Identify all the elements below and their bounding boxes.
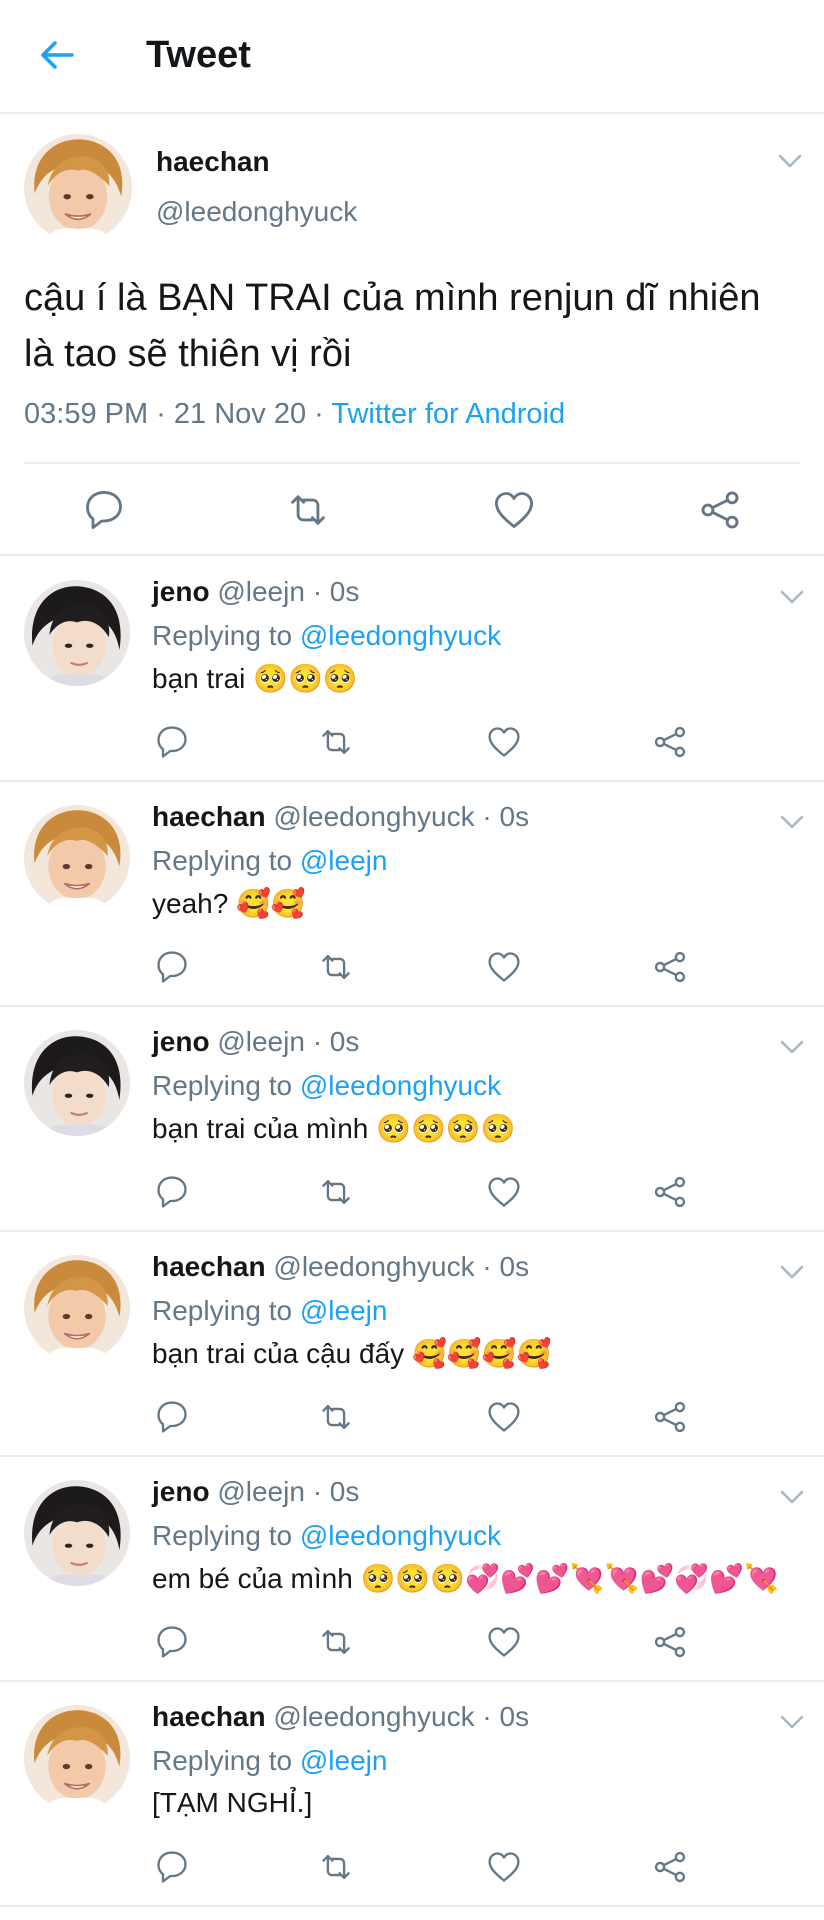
reply-icon[interactable] [154, 949, 190, 985]
chevron-down-icon[interactable] [780, 1715, 804, 1729]
reply-icon[interactable] [154, 1849, 190, 1885]
like-icon[interactable] [486, 1849, 522, 1885]
share-icon[interactable] [652, 1624, 688, 1660]
author-name[interactable]: jeno [152, 1476, 210, 1507]
avatar[interactable] [24, 1480, 130, 1586]
tweet-text: bạn trai của mình 🥺🥺🥺🥺 [152, 1113, 516, 1144]
retweet-icon[interactable] [318, 949, 354, 985]
replying-label: Replying to [152, 1520, 300, 1551]
reply-icon[interactable] [154, 724, 190, 760]
top-app-bar: Tweet [0, 0, 824, 114]
avatar[interactable] [24, 134, 132, 242]
replying-label: Replying to [152, 845, 300, 876]
like-icon[interactable] [486, 1624, 522, 1660]
reply-tweet[interactable]: jeno @leejn · 0s Replying to @leedonghyu… [0, 1456, 824, 1682]
author-name[interactable]: haechan [152, 1701, 266, 1732]
author-handle: @leejn · 0s [217, 576, 360, 607]
retweet-icon[interactable] [318, 1624, 354, 1660]
reply-icon[interactable] [82, 488, 126, 532]
like-icon[interactable] [486, 1174, 522, 1210]
page-title: Tweet [146, 34, 251, 76]
reply-tweet[interactable]: jeno @leejn · 0s Replying to @leedonghyu… [0, 1006, 824, 1232]
avatar[interactable] [24, 1030, 130, 1136]
reply-icon[interactable] [154, 1399, 190, 1435]
tweet-meta: 03:59 PM · 21 Nov 20 · Twitter for Andro… [24, 398, 565, 431]
share-icon[interactable] [652, 949, 688, 985]
author-handle[interactable]: @leedonghyuck [156, 196, 357, 228]
author-handle: @leejn · 0s [217, 1026, 360, 1057]
back-arrow-icon[interactable] [38, 36, 76, 74]
author-name[interactable]: haechan [152, 1251, 266, 1282]
chevron-down-icon[interactable] [780, 1265, 804, 1279]
author-name[interactable]: jeno [152, 1026, 210, 1057]
tweet-source-link[interactable]: Twitter for Android [331, 398, 565, 430]
tweet-text: yeah? 🥰🥰 [152, 888, 306, 919]
tweet-text: cậu í là BẠN TRAI của mình renjun dĩ nhi… [24, 277, 761, 375]
share-icon[interactable] [652, 1849, 688, 1885]
replying-label: Replying to [152, 1745, 300, 1776]
reply-tweet[interactable]: haechan @leedonghyuck · 0s Replying to @… [0, 1681, 824, 1907]
main-tweet: haechan @leedonghyuck cậu í là BẠN TRAI … [0, 112, 824, 556]
reply-tweet[interactable]: jeno @leejn · 0s Replying to @leedonghyu… [0, 556, 824, 782]
like-icon[interactable] [486, 1399, 522, 1435]
share-icon[interactable] [652, 1399, 688, 1435]
like-icon[interactable] [486, 949, 522, 985]
share-icon[interactable] [652, 1174, 688, 1210]
retweet-icon[interactable] [318, 1399, 354, 1435]
reply-icon[interactable] [154, 1174, 190, 1210]
retweet-icon[interactable] [286, 488, 330, 532]
share-icon[interactable] [698, 488, 742, 532]
author-handle: @leejn · 0s [217, 1476, 360, 1507]
mention-link[interactable]: @leejn [300, 845, 388, 876]
like-icon[interactable] [486, 724, 522, 760]
author-handle: @leedonghyuck · 0s [273, 1251, 530, 1282]
mention-link[interactable]: @leejn [300, 1745, 388, 1776]
author-handle: @leedonghyuck · 0s [273, 1701, 530, 1732]
retweet-icon[interactable] [318, 1849, 354, 1885]
author-handle: @leedonghyuck · 0s [273, 801, 530, 832]
tweet-text: [TẠM NGHỈ.] [152, 1787, 313, 1818]
author-name[interactable]: haechan [156, 146, 270, 178]
reply-icon[interactable] [154, 1624, 190, 1660]
tweet-text: em bé của mình 🥺🥺🥺💞💕💕💘💘💕💞💕💘 [152, 1563, 779, 1594]
retweet-icon[interactable] [318, 724, 354, 760]
chevron-down-icon[interactable] [780, 590, 804, 604]
tweet-timestamp: 03:59 PM · 21 Nov 20 · [24, 398, 332, 430]
author-name[interactable]: jeno [152, 576, 210, 607]
divider [24, 462, 800, 464]
avatar[interactable] [24, 805, 130, 911]
replying-label: Replying to [152, 1070, 300, 1101]
reply-tweet[interactable]: haechan @leedonghyuck · 0s Replying to @… [0, 781, 824, 1007]
avatar[interactable] [24, 1255, 130, 1361]
mention-link[interactable]: @leejn [300, 1295, 388, 1326]
chevron-down-icon[interactable] [780, 1040, 804, 1054]
chevron-down-icon[interactable] [780, 1490, 804, 1504]
replying-label: Replying to [152, 620, 300, 651]
mention-link[interactable]: @leedonghyuck [300, 1070, 501, 1101]
mention-link[interactable]: @leedonghyuck [300, 620, 501, 651]
replying-label: Replying to [152, 1295, 300, 1326]
tweet-text: bạn trai của cậu đấy 🥰🥰🥰🥰 [152, 1338, 552, 1369]
like-icon[interactable] [492, 488, 536, 532]
chevron-down-icon[interactable] [780, 815, 804, 829]
avatar[interactable] [24, 580, 130, 686]
share-icon[interactable] [652, 724, 688, 760]
tweet-text: bạn trai 🥺🥺🥺 [152, 663, 358, 694]
reply-tweet[interactable]: haechan @leedonghyuck · 0s Replying to @… [0, 1231, 824, 1457]
chevron-down-icon[interactable] [778, 154, 802, 168]
retweet-icon[interactable] [318, 1174, 354, 1210]
author-name[interactable]: haechan [152, 801, 266, 832]
mention-link[interactable]: @leedonghyuck [300, 1520, 501, 1551]
avatar[interactable] [24, 1705, 130, 1811]
